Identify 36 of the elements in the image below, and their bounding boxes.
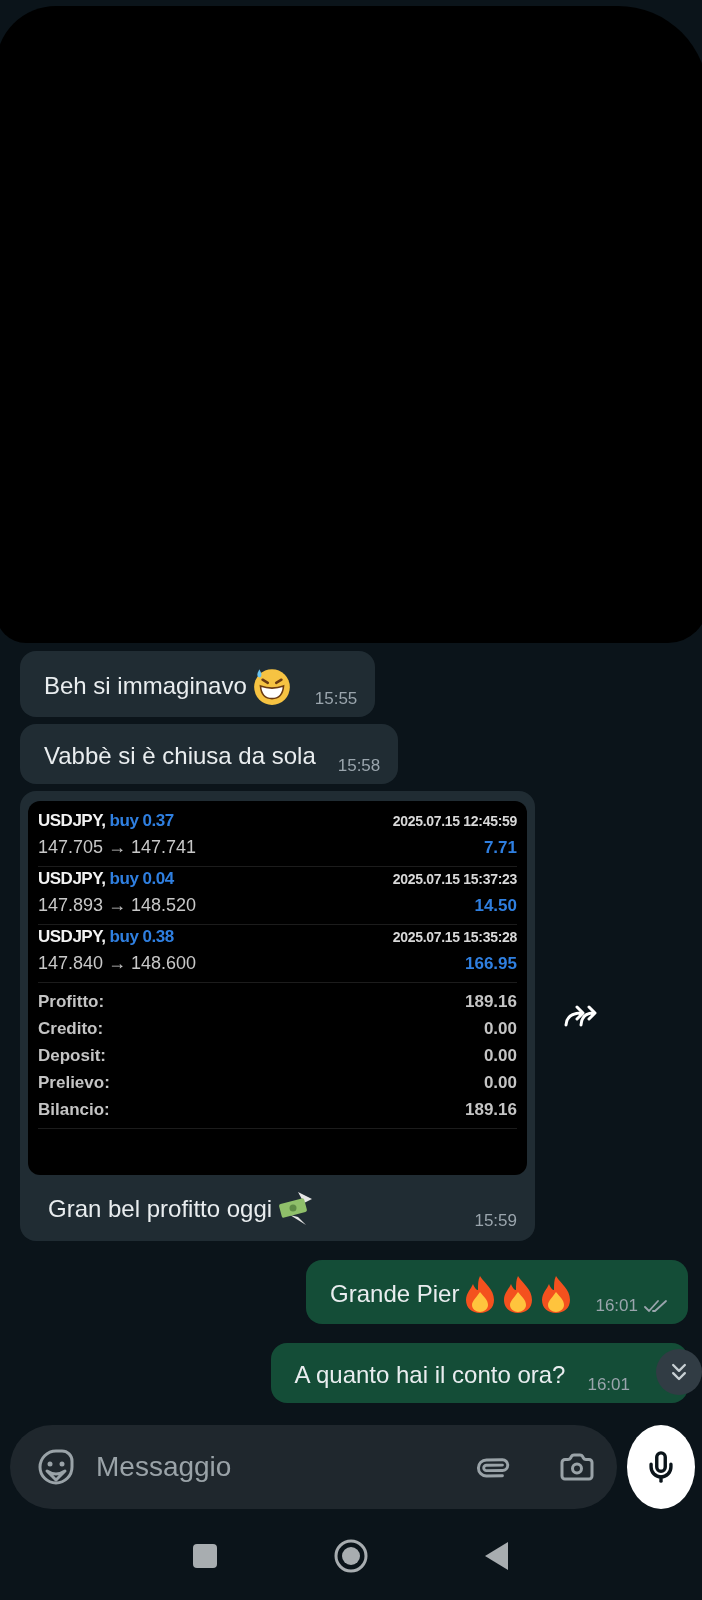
message-time: 16:01 — [587, 1374, 630, 1395]
trade-symbol: USDJPY, buy 0.04 — [38, 868, 174, 889]
summary-value: 0.00 — [483, 1046, 517, 1067]
trade-datetime: 2025.07.15 15:35:28 — [392, 928, 517, 945]
trade-symbol: USDJPY, buy 0.37 — [38, 810, 174, 831]
summary-label: Bilancio: — [38, 1100, 110, 1121]
summary-label: Deposit: — [38, 1046, 106, 1067]
trade-prices: 147.705 → 147.741 — [38, 836, 197, 858]
image-caption: Gran bel profitto oggi — [48, 1193, 273, 1224]
summary-value: 189.16 — [465, 1100, 517, 1121]
summary-label: Credito: — [38, 1019, 104, 1040]
message-time: 15:55 — [314, 688, 358, 709]
recent-apps-button[interactable] — [192, 1543, 218, 1570]
message-time: 15:59 — [474, 1210, 517, 1231]
trade-symbol: USDJPY, buy 0.38 — [38, 926, 174, 947]
trade-datetime: 2025.07.15 15:37:23 — [392, 870, 517, 887]
trade-profit: 166.95 — [465, 953, 517, 974]
message-time: 15:58 — [337, 755, 381, 776]
trade-prices: 147.840 → 148.600 — [38, 952, 197, 974]
message-time: 16:01 — [595, 1295, 638, 1316]
trade-profit: 7.71 — [483, 837, 517, 858]
trade-profit: 14.50 — [474, 895, 517, 916]
message-input-field[interactable]: Messaggio — [94, 1449, 459, 1484]
message-text: Vabbè si è chiusa da sola — [44, 740, 316, 771]
message-text: A quanto hai il conto ora? — [294, 1359, 566, 1390]
summary-label: Prelievo: — [38, 1073, 110, 1094]
home-button[interactable] — [333, 1538, 369, 1575]
summary-value: 0.00 — [483, 1019, 517, 1040]
summary-label: Profitto: — [38, 992, 105, 1013]
summary-value: 189.16 — [465, 992, 517, 1013]
summary-value: 0.00 — [483, 1073, 517, 1094]
message-text: Beh si immaginavo — [44, 670, 247, 701]
trade-datetime: 2025.07.15 12:45:59 — [392, 812, 517, 829]
trade-prices: 147.893 → 148.520 — [38, 894, 197, 916]
back-button[interactable] — [484, 1541, 510, 1572]
message-text: Grande Pier — [330, 1278, 460, 1309]
